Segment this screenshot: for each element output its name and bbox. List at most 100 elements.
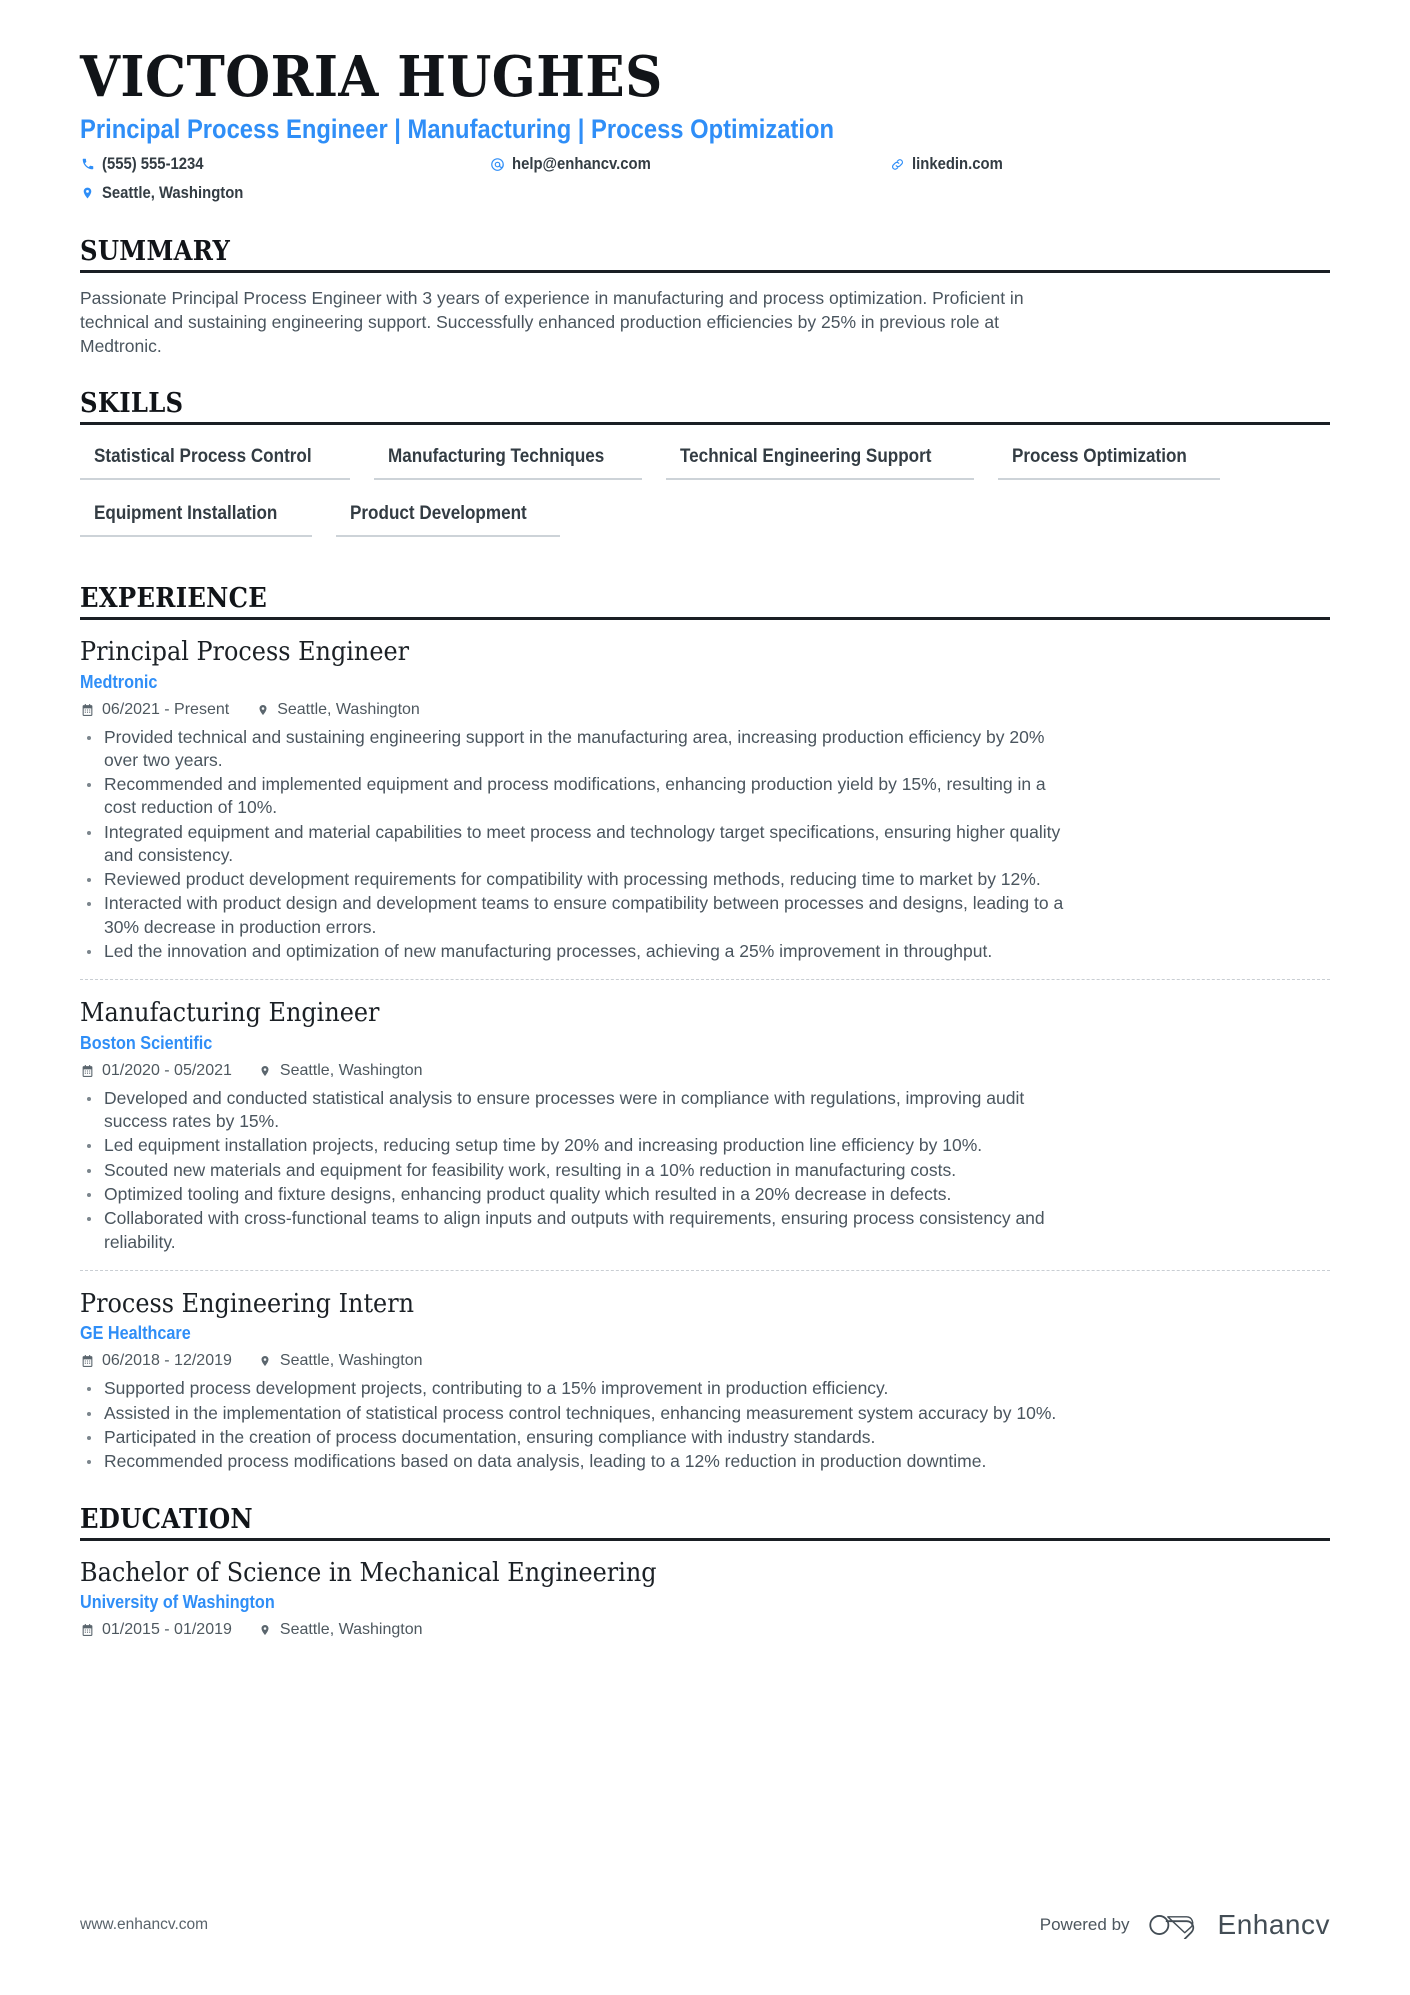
experience-entry: Manufacturing Engineer Boston Scientific 0…	[80, 979, 1330, 1254]
skill-label: Statistical Process Control	[94, 445, 312, 467]
entry-title: Bachelor of Science in Mechanical Engine…	[80, 1557, 657, 1588]
entry-meta: 01/2015 - 01/2019 Seattle, Washington	[80, 1621, 1330, 1639]
section-summary: SUMMARY Passionate Principal Process Eng…	[80, 236, 1330, 358]
calendar-icon	[80, 1622, 95, 1638]
entry-dates-value: 01/2020 - 05/2021	[102, 1061, 232, 1079]
location-icon	[258, 1622, 273, 1638]
powered-by-label: Powered by	[1039, 1915, 1130, 1934]
entry-meta: 06/2018 - 12/2019 Seattle, Washington	[80, 1352, 1330, 1370]
section-title-summary: SUMMARY	[80, 235, 231, 267]
entry-title: Principal Process Engineer	[80, 636, 410, 667]
calendar-icon	[80, 1353, 95, 1369]
skill-label: Technical Engineering Support	[680, 445, 932, 467]
resume-header: VICTORIA HUGHES Principal Process Engine…	[80, 48, 1330, 206]
bullet-item: Interacted with product design and devel…	[80, 892, 1080, 939]
bullet-item: Led equipment installation projects, red…	[80, 1134, 1080, 1157]
location-icon	[258, 1353, 273, 1369]
page-footer: www.enhancv.com Powered by Enhancv	[80, 1909, 1330, 1941]
section-education: EDUCATION Bachelor of Science in Mechani…	[80, 1504, 1330, 1640]
skill-label: Process Optimization	[1011, 445, 1187, 467]
bullet-item: Supported process development projects, …	[80, 1377, 1080, 1400]
entry-title: Process Engineering Intern	[80, 1288, 415, 1319]
entry-meta: 01/2020 - 05/2021 Seattle, Washington	[80, 1062, 1330, 1080]
entry-location: Seattle, Washington	[258, 1062, 423, 1080]
skill-label: Product Development	[349, 502, 527, 524]
contact-email[interactable]: help@enhancv.com	[490, 152, 890, 177]
entry-dates: 06/2021 - Present	[80, 701, 229, 719]
enhancv-logo: Enhancv	[1148, 1909, 1330, 1941]
entry-organization-label: University of Washington	[80, 1592, 275, 1613]
entry-meta: 06/2021 - Present Seattle, Washington	[80, 701, 1330, 719]
contact-linkedin[interactable]: linkedin.com	[890, 152, 1330, 177]
entry-bullets: Supported process development projects, …	[80, 1377, 1330, 1473]
entry-organization[interactable]: Medtronic	[80, 672, 1330, 693]
entry-organization-label: Medtronic	[80, 671, 158, 692]
location-icon	[255, 702, 270, 718]
contact-phone-value: (555) 555-1234	[102, 155, 204, 174]
bullet-item: Collaborated with cross-functional teams…	[80, 1207, 1080, 1254]
experience-entries: Principal Process Engineer Medtronic 06/20…	[80, 620, 1330, 1474]
bullet-item: Optimized tooling and fixture designs, e…	[80, 1183, 1080, 1206]
bullet-item: Participated in the creation of process …	[80, 1426, 1080, 1449]
contact-location: Seattle, Washington	[80, 181, 490, 206]
entry-dates: 01/2015 - 01/2019	[80, 1621, 232, 1639]
skill-label: Equipment Installation	[94, 502, 278, 524]
email-icon	[490, 156, 505, 172]
skill-label: Manufacturing Techniques	[387, 445, 605, 467]
contact-phone[interactable]: (555) 555-1234	[80, 152, 490, 177]
entry-bullets: Developed and conducted statistical anal…	[80, 1087, 1330, 1254]
entry-organization[interactable]: Boston Scientific	[80, 1033, 1330, 1054]
bullet-item: Led the innovation and optimization of n…	[80, 940, 1080, 963]
section-title-skills: SKILLS	[80, 387, 184, 419]
skill-chip: Process Optimization	[997, 439, 1220, 480]
bullet-item: Integrated equipment and material capabi…	[80, 821, 1080, 868]
bullet-item: Provided technical and sustaining engine…	[80, 726, 1080, 773]
resume-content: VICTORIA HUGHES Principal Process Engine…	[0, 0, 1410, 1639]
candidate-headline: Principal Process Engineer | Manufacturi…	[80, 113, 835, 144]
section-experience: EXPERIENCE Principal Process Engineer Med…	[80, 583, 1330, 1474]
contact-email-value: help@enhancv.com	[512, 155, 651, 174]
skill-chip: Product Development	[335, 496, 561, 537]
entry-location-value: Seattle, Washington	[279, 1352, 423, 1370]
entry-location: Seattle, Washington	[255, 701, 420, 719]
experience-entry: Principal Process Engineer Medtronic 06/20…	[80, 633, 1330, 963]
link-icon	[890, 156, 905, 172]
footer-brand: Powered by Enhancv	[1040, 1909, 1330, 1941]
entry-location: Seattle, Washington	[258, 1621, 423, 1639]
section-title-education: EDUCATION	[80, 1503, 253, 1535]
calendar-icon	[80, 1063, 95, 1079]
entry-location-value: Seattle, Washington	[277, 700, 420, 718]
entry-dates-value: 06/2018 - 12/2019	[102, 1352, 232, 1370]
location-icon	[80, 185, 95, 201]
section-title-experience: EXPERIENCE	[80, 582, 268, 614]
footer-url[interactable]: www.enhancv.com	[80, 1916, 208, 1934]
entry-location-value: Seattle, Washington	[279, 1061, 423, 1079]
contact-linkedin-value: linkedin.com	[912, 155, 1003, 174]
bullet-item: Assisted in the implementation of statis…	[80, 1402, 1080, 1425]
bullet-item: Recommended process modifications based …	[80, 1450, 1080, 1473]
entry-title: Manufacturing Engineer	[80, 998, 380, 1029]
skill-chip: Equipment Installation	[80, 496, 312, 537]
skill-chip: Statistical Process Control	[80, 439, 350, 480]
skill-chip: Manufacturing Techniques	[373, 439, 643, 480]
skills-list: Statistical Process Control Manufacturing…	[80, 425, 1330, 553]
entry-location-value: Seattle, Washington	[279, 1621, 423, 1639]
entry-bullets: Provided technical and sustaining engine…	[80, 726, 1330, 964]
contact-info: (555) 555-1234 help@enhancv.com linkedin…	[80, 152, 1330, 206]
education-entries: Bachelor of Science in Mechanical Engine…	[80, 1541, 1330, 1640]
experience-entry: Process Engineering Intern GE Healthcare 0…	[80, 1269, 1330, 1474]
contact-location-value: Seattle, Washington	[102, 183, 244, 202]
bullet-item: Developed and conducted statistical anal…	[80, 1087, 1080, 1134]
bullet-item: Recommended and implemented equipment an…	[80, 773, 1080, 820]
bullet-item: Scouted new materials and equipment for …	[80, 1159, 1080, 1182]
entry-organization[interactable]: University of Washington	[80, 1592, 1330, 1613]
entry-organization[interactable]: GE Healthcare	[80, 1323, 1330, 1344]
calendar-icon	[80, 702, 95, 718]
entry-location: Seattle, Washington	[258, 1352, 423, 1370]
section-skills: SKILLS Statistical Process Control Manufa…	[80, 388, 1330, 553]
location-icon	[258, 1063, 273, 1079]
skill-chip: Technical Engineering Support	[666, 439, 974, 480]
resume-page: VICTORIA HUGHES Principal Process Engine…	[0, 0, 1410, 1995]
education-entry: Bachelor of Science in Mechanical Engine…	[80, 1554, 1330, 1640]
phone-icon	[80, 156, 95, 172]
